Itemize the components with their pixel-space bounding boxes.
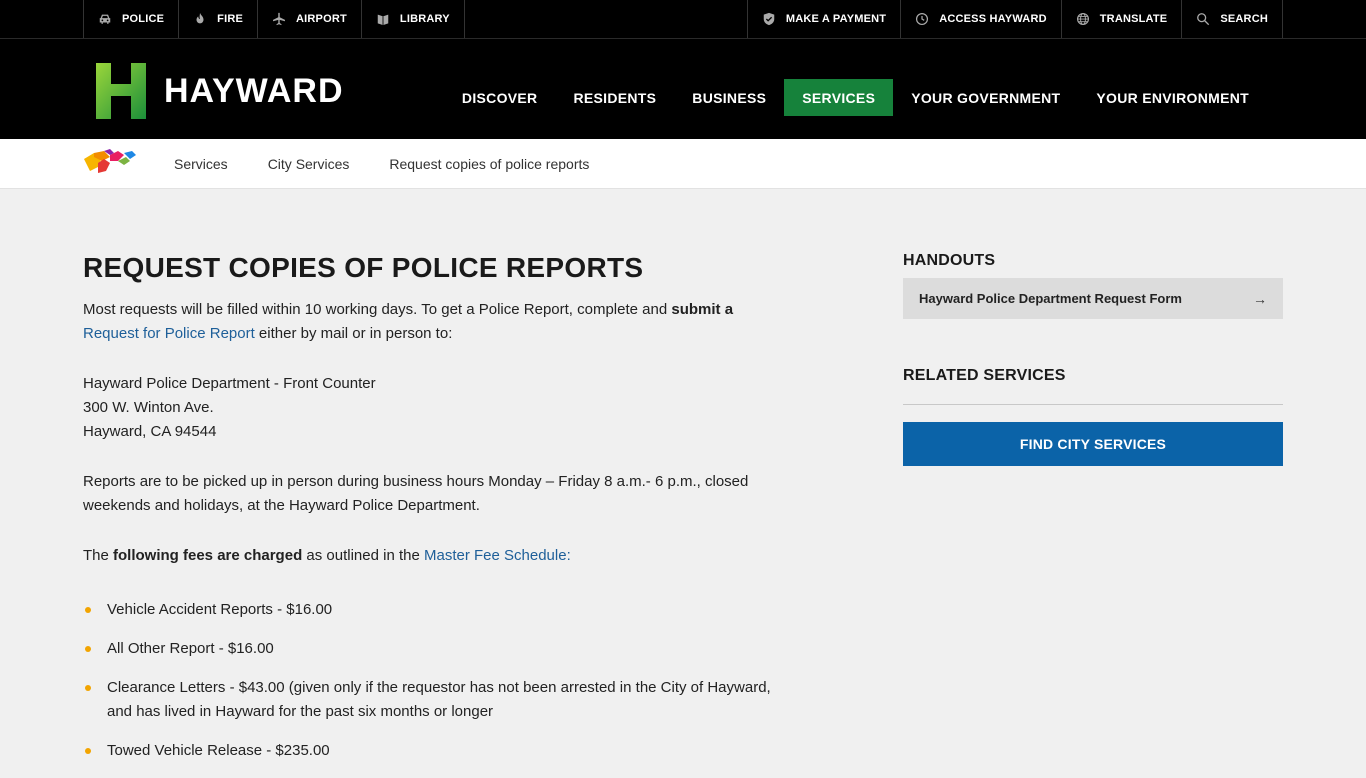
clock-icon [916,12,929,26]
nav-residents[interactable]: RESIDENTS [555,79,674,116]
fees-bold-text: following fees are charged [113,547,303,564]
intro-text-end: either by mail or in person to: [254,325,453,342]
utility-airport-link[interactable]: AIRPORT [257,0,361,38]
fee-text: All Other Report - $16.00 [107,640,274,657]
bullet-icon [85,748,91,754]
breadcrumb-bar: Services City Services Request copies of… [0,139,1366,189]
page-title: REQUEST COPIES OF POLICE REPORTS [83,252,644,283]
related-services-heading: RELATED SERVICES [903,367,1283,405]
breadcrumb: Services City Services Request copies of… [174,139,629,189]
address-block: Hayward Police Department - Front Counte… [83,372,773,444]
utility-label: FIRE [217,13,244,25]
utility-label: ACCESS HAYWARD [939,13,1047,25]
list-item: Towed Vehicle Release - $235.00 [83,739,773,763]
nav-services[interactable]: SERVICES [784,79,894,116]
fees-list: Vehicle Accident Reports - $16.00 All Ot… [83,598,773,763]
hayward-h-logo-icon [96,63,146,119]
intro-paragraph: Most requests will be filled within 10 w… [83,298,773,346]
handout-label: Hayward Police Department Request Form [919,291,1182,306]
breadcrumb-services[interactable]: Services [174,156,228,172]
breadcrumb-current-page[interactable]: Request copies of police reports [389,156,589,172]
main-article: REQUEST COPIES OF POLICE REPORTS Most re… [83,252,773,778]
pickup-paragraph: Reports are to be picked up in person du… [83,473,749,514]
utility-bar: POLICE FIRE AIRPORT LIBRARY MAKE A PAYME… [0,0,1366,39]
utility-label: SEARCH [1220,13,1268,25]
address-line: 300 W. Winton Ave. [83,399,214,416]
fees-text: as outlined in the [302,547,424,564]
globe-icon [1076,13,1089,25]
utility-left: POLICE FIRE AIRPORT LIBRARY [83,0,465,38]
search-icon [1197,13,1210,26]
utility-right: MAKE A PAYMENT ACCESS HAYWARD TRANSLATE … [746,0,1283,38]
shield-check-icon [763,12,775,26]
fees-text: The [83,547,114,564]
request-form-link[interactable]: Request for Police Report [83,325,255,342]
master-fee-schedule-link[interactable]: Master Fee Schedule [424,547,567,564]
fees-paragraph: The following fees are charged as outlin… [83,544,773,568]
utility-access-link[interactable]: ACCESS HAYWARD [900,0,1061,38]
find-city-services-button[interactable]: FIND CITY SERVICES [903,422,1283,466]
address-line: Hayward Police Department - Front Counte… [83,375,376,392]
main-nav: DISCOVER RESIDENTS BUSINESS SERVICES YOU… [444,79,1267,116]
fees-colon: : [566,547,571,564]
utility-police-link[interactable]: POLICE [83,0,178,38]
address-line: Hayward, CA 94544 [83,423,217,440]
utility-label: AIRPORT [296,13,347,25]
utility-library-link[interactable]: LIBRARY [360,0,465,38]
arrow-right-icon: → [1253,290,1267,307]
book-icon [377,14,389,26]
fire-icon [196,12,204,24]
fee-text: Towed Vehicle Release - $235.00 [107,742,330,759]
list-item: Clearance Letters - $43.00 (given only i… [83,676,773,724]
bullet-icon [85,685,91,691]
utility-label: TRANSLATE [1099,13,1168,25]
utility-label: POLICE [122,13,165,25]
fee-text: Vehicle Accident Reports - $16.00 [107,601,333,618]
hayward-logo[interactable]: HAYWARD [96,63,344,119]
nav-your-government[interactable]: YOUR GOVERNMENT [893,79,1078,116]
handouts-heading: HANDOUTS [903,252,996,269]
intro-bold-text: submit a [671,301,734,318]
nav-business[interactable]: BUSINESS [674,79,784,116]
list-item: Vehicle Accident Reports - $16.00 [83,598,773,622]
fee-text: Clearance Letters - $43.00 (given only i… [107,679,771,720]
sidebar: HANDOUTS Hayward Police Department Reque… [903,252,1283,466]
handout-request-form-link[interactable]: Hayward Police Department Request Form → [903,278,1283,319]
nav-discover[interactable]: DISCOVER [444,79,556,116]
utility-translate-link[interactable]: TRANSLATE [1060,0,1182,38]
police-car-icon [99,14,111,24]
utility-label: MAKE A PAYMENT [785,13,887,25]
breadcrumb-city-services[interactable]: City Services [268,156,350,172]
city-map-icon[interactable] [84,149,136,179]
airplane-icon [273,12,285,26]
logo-wordmark: HAYWARD [164,71,344,110]
list-item: All Other Report - $16.00 [83,637,773,661]
utility-fire-link[interactable]: FIRE [178,0,257,38]
site-header: HAYWARD DISCOVER RESIDENTS BUSINESS SERV… [0,39,1366,139]
bullet-icon [85,646,91,652]
intro-text: Most requests will be filled within 10 w… [83,301,672,318]
nav-your-environment[interactable]: YOUR ENVIRONMENT [1078,79,1267,116]
utility-payment-link[interactable]: MAKE A PAYMENT [746,0,900,38]
utility-search-link[interactable]: SEARCH [1181,0,1283,38]
bullet-icon [85,607,91,613]
utility-label: LIBRARY [399,13,450,25]
